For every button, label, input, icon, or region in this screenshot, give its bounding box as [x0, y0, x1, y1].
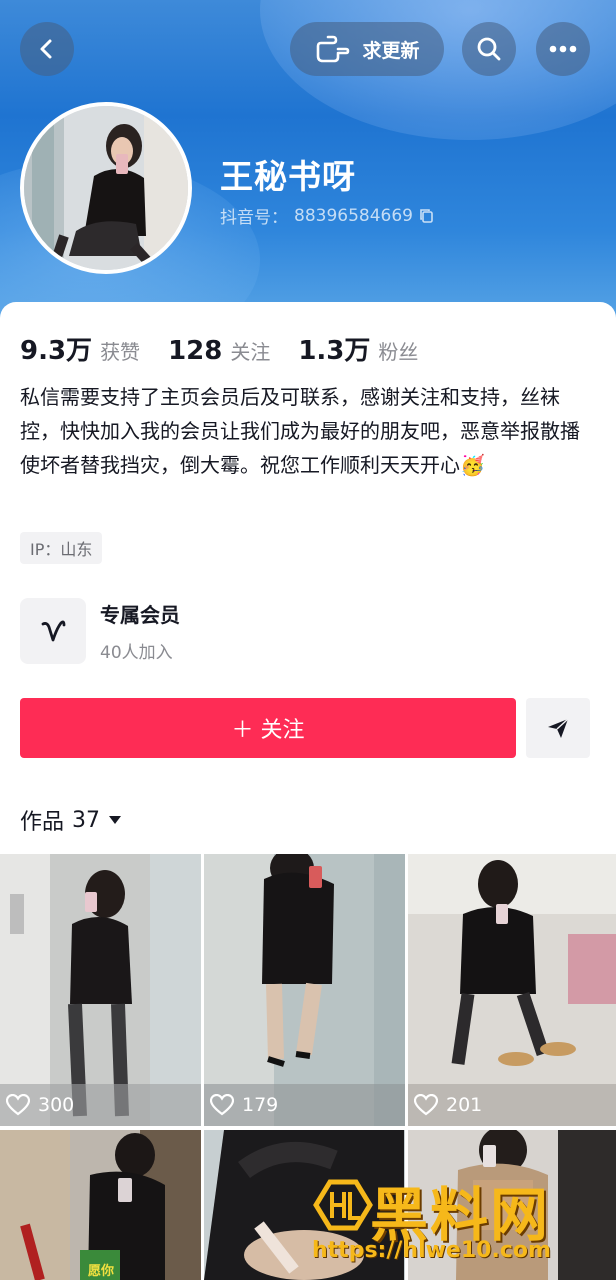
video-thumbnail[interactable]: 300: [0, 854, 201, 1126]
ip-location-tag: IP：山东: [20, 532, 103, 564]
membership-title: 专属会员: [100, 603, 180, 627]
v-logo-icon: [41, 620, 66, 642]
watermark-logo-icon: [313, 1179, 373, 1231]
profile-name: 王秘书呀: [220, 157, 356, 196]
works-count: 37: [72, 807, 101, 833]
request-update-label: 求更新: [362, 39, 420, 62]
likes-count: 179: [210, 1094, 278, 1116]
heart-icon: [210, 1094, 234, 1116]
stat-label: 获赞: [100, 340, 141, 364]
douyin-id-value: 88396584669: [294, 205, 413, 226]
douyin-id-label: 抖音号：: [220, 208, 288, 228]
back-arrow-icon: [40, 39, 52, 59]
share-button[interactable]: [526, 698, 590, 758]
membership-logo: [20, 598, 86, 664]
stat-following[interactable]: 128 关注: [168, 336, 270, 366]
search-icon: [477, 37, 501, 61]
stat-number: 1.3万: [298, 336, 371, 366]
copy-icon[interactable]: [419, 208, 435, 224]
overlay-caption: 愿你: [88, 1264, 115, 1279]
follow-button[interactable]: ＋ 关注: [20, 698, 516, 758]
stat-label: 关注: [230, 340, 271, 364]
stat-followers[interactable]: 1.3万 粉丝: [298, 330, 418, 367]
likes-number: 179: [242, 1094, 279, 1116]
heart-icon: [6, 1094, 30, 1116]
thumbnail-image: [0, 854, 201, 1126]
avatar-photo: [24, 106, 188, 270]
stat-likes[interactable]: 9.3万 获赞: [20, 330, 140, 367]
stat-number: 9.3万: [20, 336, 93, 366]
pointing-hand-icon: [317, 35, 350, 63]
video-thumbnail[interactable]: 179: [204, 854, 405, 1126]
more-button[interactable]: [536, 22, 590, 76]
stat-number: 128: [168, 336, 223, 366]
works-label: 作品: [20, 810, 65, 835]
membership-count: 40人加入: [100, 643, 173, 663]
likes-number: 300: [38, 1094, 75, 1116]
likes-count: 300: [6, 1094, 74, 1116]
thumbnail-image: [0, 1130, 201, 1280]
profile-header: 求更新 王秘书呀 抖音号： 88396584669: [0, 0, 616, 330]
search-button[interactable]: [462, 22, 516, 76]
caret-down-icon: [109, 816, 122, 824]
avatar[interactable]: [20, 102, 192, 274]
thumbnail-image: [204, 854, 405, 1126]
more-dots-icon: [549, 45, 577, 53]
exclusive-membership[interactable]: 专属会员 40人加入: [20, 598, 180, 664]
works-tab[interactable]: 作品 37: [20, 804, 122, 836]
stats-row: 9.3万 获赞 128 关注 1.3万 粉丝: [20, 330, 446, 367]
thumbnail-image: [408, 854, 616, 1126]
back-button[interactable]: [20, 22, 74, 76]
stat-label: 粉丝: [378, 340, 419, 364]
heart-icon: [414, 1094, 438, 1116]
douyin-id: 抖音号： 88396584669: [220, 203, 435, 228]
profile-card: 9.3万 获赞 128 关注 1.3万 粉丝 私信需要支持了主页会员后及可联系，…: [0, 302, 616, 1280]
video-thumbnail[interactable]: 201: [408, 854, 616, 1126]
send-icon: [548, 718, 569, 738]
likes-count: 201: [414, 1094, 482, 1116]
watermark: 黑料网 https://hlwe10.com: [300, 1168, 610, 1276]
likes-number: 201: [446, 1094, 483, 1116]
video-thumbnail[interactable]: 愿你: [0, 1130, 201, 1280]
bio-text: 私信需要支持了主页会员后及可联系，感谢关注和支持，丝袜控，快快加入我的会员让我们…: [20, 385, 580, 477]
watermark-url: https://hlwe10.com: [312, 1238, 551, 1263]
request-update-button[interactable]: 求更新: [290, 22, 444, 76]
